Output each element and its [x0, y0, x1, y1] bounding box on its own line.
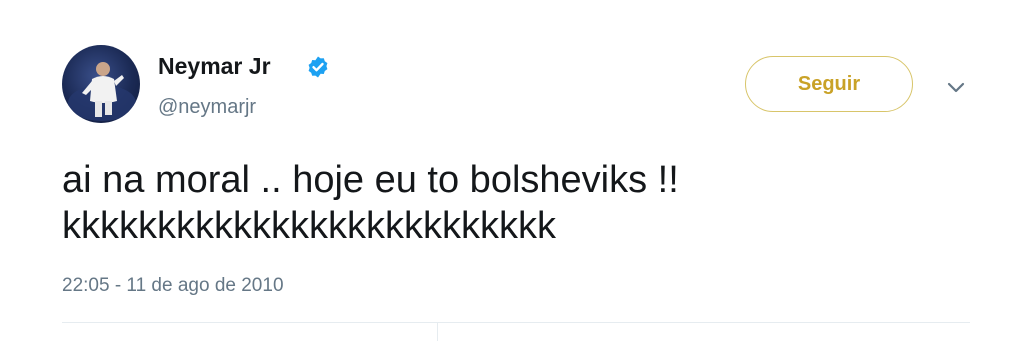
tweet-card: Neymar Jr @neymarjr Seguir ai na moral .… [0, 0, 1023, 341]
user-handle[interactable]: @neymarjr [158, 95, 256, 119]
action-bar-divider [437, 323, 438, 341]
display-name[interactable]: Neymar Jr [158, 52, 271, 80]
divider [62, 322, 970, 323]
avatar[interactable] [62, 45, 140, 123]
verified-badge-icon [308, 56, 328, 78]
chevron-down-icon[interactable] [944, 78, 968, 96]
tweet-text: ai na moral .. hoje eu to bolsheviks !! … [62, 157, 679, 249]
follow-button[interactable]: Seguir [745, 56, 913, 112]
tweet-text-line: kkkkkkkkkkkkkkkkkkkkkkkkkk [62, 205, 556, 247]
tweet-timestamp[interactable]: 22:05 - 11 de ago de 2010 [62, 274, 284, 298]
avatar-photo-icon [68, 62, 136, 121]
tweet-text-line: ai na moral .. hoje eu to bolsheviks !! [62, 159, 679, 201]
